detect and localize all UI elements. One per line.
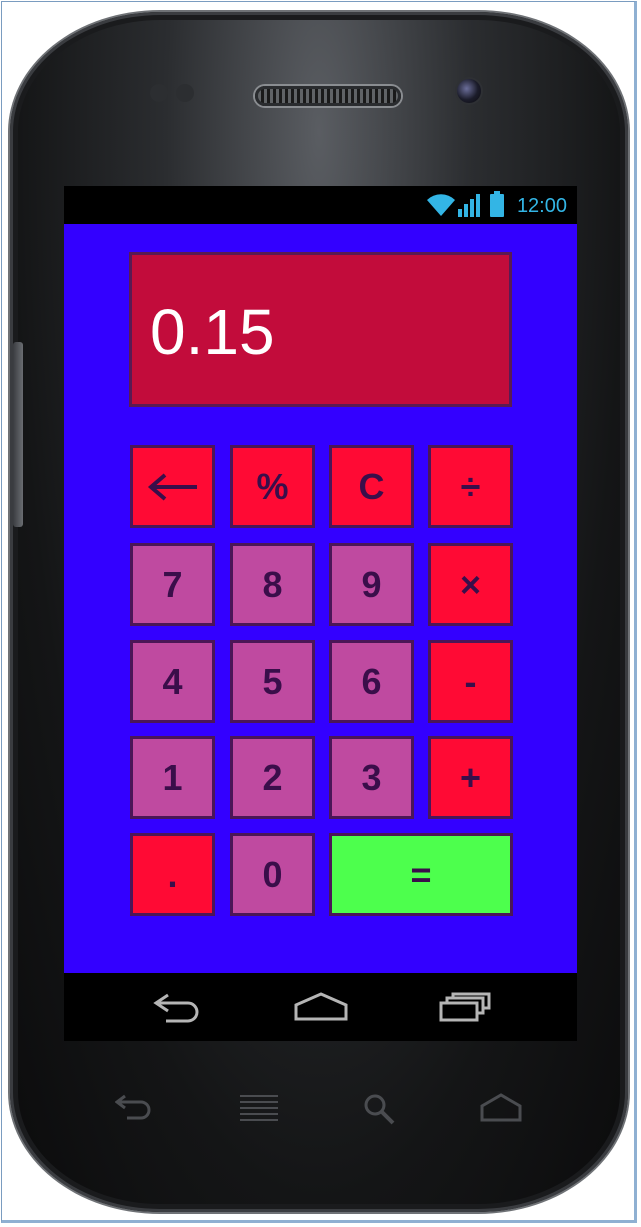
divide-button[interactable]: ÷	[428, 445, 513, 528]
digit-9-button[interactable]: 9	[329, 543, 414, 626]
search-icon[interactable]	[362, 1092, 396, 1126]
light-sensor	[176, 84, 194, 102]
status-bar: 12:00	[64, 186, 577, 224]
signal-icon	[458, 194, 480, 217]
battery-icon	[490, 191, 504, 217]
digit-6-button[interactable]: 6	[329, 640, 414, 723]
home-icon[interactable]	[293, 991, 349, 1023]
volume-key	[13, 342, 23, 527]
proximity-sensor	[150, 84, 168, 102]
add-button[interactable]: +	[428, 736, 513, 819]
equals-button[interactable]: =	[329, 833, 513, 916]
calculator-display: 0.15	[129, 252, 512, 407]
front-camera	[457, 79, 481, 103]
display-value: 0.15	[150, 296, 275, 368]
back-icon[interactable]	[152, 991, 204, 1023]
multiply-button[interactable]: ×	[428, 543, 513, 626]
recent-apps-icon[interactable]	[438, 991, 492, 1023]
digit-0-button[interactable]: 0	[230, 833, 315, 916]
digit-3-button[interactable]: 3	[329, 736, 414, 819]
subtract-button[interactable]: -	[428, 640, 513, 723]
wifi-icon	[427, 194, 455, 216]
status-time: 12:00	[516, 195, 567, 217]
digit-2-button[interactable]: 2	[230, 736, 315, 819]
earpiece-speaker	[255, 86, 401, 106]
digit-4-button[interactable]: 4	[130, 640, 215, 723]
percent-button[interactable]: %	[230, 445, 315, 528]
menu-icon[interactable]	[238, 1092, 280, 1126]
backspace-button[interactable]	[130, 445, 215, 528]
digit-5-button[interactable]: 5	[230, 640, 315, 723]
home-icon[interactable]	[478, 1092, 524, 1124]
decimal-button[interactable]: .	[130, 833, 215, 916]
backspace-icon	[147, 472, 197, 501]
device-screen: 12:00 0.15 % C ÷ 7 8 9 × 4 5 6 - 1 2 3 +	[64, 186, 577, 1041]
calculator-app: 0.15 % C ÷ 7 8 9 × 4 5 6 - 1 2 3 + . 0 =	[64, 224, 577, 973]
clear-button[interactable]: C	[329, 445, 414, 528]
digit-1-button[interactable]: 1	[130, 736, 215, 819]
digit-7-button[interactable]: 7	[130, 543, 215, 626]
navigation-bar	[64, 973, 577, 1041]
back-icon[interactable]	[115, 1092, 155, 1122]
digit-8-button[interactable]: 8	[230, 543, 315, 626]
